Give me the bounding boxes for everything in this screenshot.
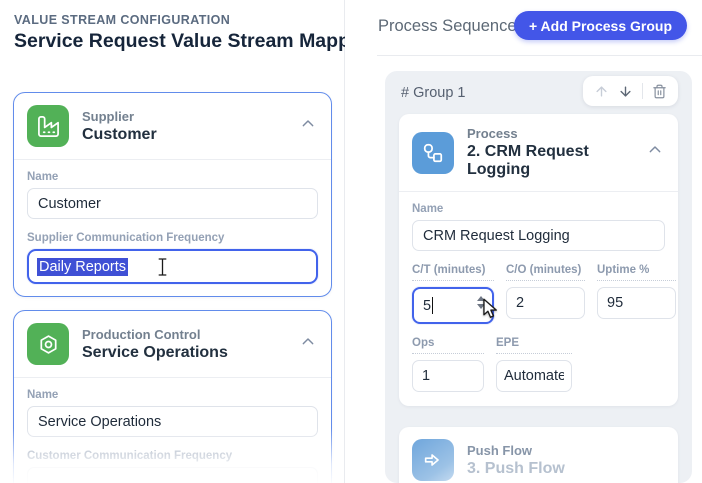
push-flow-type-label: Push Flow	[467, 442, 532, 458]
group-actions	[583, 76, 678, 106]
header-divider	[377, 55, 702, 56]
metrics-row-2: Ops EPE	[412, 337, 665, 392]
chevron-up-icon[interactable]	[300, 334, 316, 355]
app-window: VALUE STREAM CONFIGURATION Service Reque…	[0, 0, 702, 483]
process-card-header[interactable]: Process 2. CRM Request Logging	[412, 126, 665, 179]
metric-uptime: Uptime %	[597, 264, 676, 324]
chevron-up-icon[interactable]	[300, 116, 316, 137]
selected-text: Daily Reports	[37, 257, 129, 276]
card-divider	[14, 159, 331, 160]
supplier-card-header[interactable]: Supplier Customer	[27, 105, 318, 147]
ops-label: Ops	[412, 337, 484, 354]
text-caret	[432, 297, 434, 314]
ct-label: C/T (minutes)	[412, 264, 494, 281]
page-title: Service Request Value Stream Mapping	[14, 30, 345, 52]
hex-nut-icon	[27, 323, 69, 365]
process-card: Process 2. CRM Request Logging Name C/T …	[399, 114, 678, 406]
production-card-labels: Production Control Service Operations	[82, 327, 287, 362]
supplier-name-input[interactable]	[27, 188, 318, 219]
production-freq-label: Customer Communication Frequency	[27, 450, 233, 462]
card-divider	[14, 377, 331, 378]
factory-icon	[27, 105, 69, 147]
supplier-card: Supplier Customer Name Supplier Communic…	[13, 92, 332, 297]
uptime-label: Uptime %	[597, 264, 676, 281]
production-type-label: Production Control	[82, 326, 201, 342]
chevron-up-icon[interactable]	[647, 142, 663, 163]
supplier-freq-label: Supplier Communication Frequency	[27, 232, 225, 244]
uptime-input[interactable]	[597, 287, 676, 319]
arrow-right-icon	[412, 439, 454, 481]
process-group-card: # Group 1 Process 2. CRM Request Logging…	[385, 71, 692, 483]
ct-input[interactable]: 5	[412, 287, 497, 324]
text-cursor-icon	[157, 257, 168, 282]
process-sequence-panel: Process Sequence + Add Process Group # G…	[346, 0, 702, 483]
process-card-labels: Process 2. CRM Request Logging	[467, 126, 634, 179]
trash-icon[interactable]	[652, 84, 667, 99]
push-flow-labels: Push Flow 3. Push Flow	[467, 443, 665, 478]
supplier-name-label: Name	[27, 171, 59, 183]
epe-label: EPE	[496, 337, 572, 354]
panel-eyebrow: VALUE STREAM CONFIGURATION	[14, 13, 231, 27]
process-type-label: Process	[467, 126, 518, 141]
metrics-row-1: C/T (minutes) 5 C/O (minutes) 2 Uptime %…	[412, 264, 676, 324]
mouse-cursor-icon	[481, 298, 500, 324]
metric-ct: C/T (minutes) 5	[412, 264, 497, 324]
production-freq-input[interactable]	[27, 467, 318, 483]
workflow-icon	[412, 131, 454, 174]
card-divider	[399, 191, 678, 192]
production-name-label: Name	[27, 389, 59, 401]
supplier-type-label: Supplier	[82, 108, 135, 124]
push-flow-card[interactable]: Push Flow 3. Push Flow	[399, 427, 678, 483]
process-name-input[interactable]	[412, 220, 665, 251]
move-up-icon[interactable]	[594, 84, 609, 99]
ct-value: 5	[423, 297, 432, 314]
production-control-card: Production Control Service Operations Na…	[13, 310, 332, 483]
bottom-fade	[692, 388, 702, 483]
metric-epe: EPE	[496, 337, 572, 392]
push-flow-title: 3. Push Flow	[467, 459, 565, 477]
supplier-card-title: Customer	[82, 125, 157, 143]
process-name-label: Name	[412, 203, 444, 215]
metric-ops: Ops	[412, 337, 484, 392]
push-flow-header: Push Flow 3. Push Flow	[412, 439, 665, 481]
ops-input[interactable]	[412, 360, 484, 392]
production-card-header[interactable]: Production Control Service Operations	[27, 323, 318, 365]
process-sequence-title: Process Sequence	[378, 17, 517, 35]
actions-separator	[642, 83, 643, 99]
process-card-title: 2. CRM Request Logging	[467, 143, 589, 178]
epe-input[interactable]	[496, 360, 572, 392]
production-name-input[interactable]	[27, 406, 318, 437]
metric-co: C/O (minutes)	[506, 264, 585, 324]
group-label: # Group 1	[401, 85, 466, 101]
co-label: C/O (minutes)	[506, 264, 585, 281]
supplier-freq-input[interactable]: Daily Reports	[27, 249, 318, 284]
add-process-group-button[interactable]: + Add Process Group	[513, 11, 687, 40]
configuration-panel: VALUE STREAM CONFIGURATION Service Reque…	[0, 0, 345, 483]
move-down-icon[interactable]	[618, 84, 633, 99]
production-card-title: Service Operations	[82, 343, 228, 361]
co-input[interactable]	[506, 287, 585, 319]
group-header: # Group 1	[385, 71, 692, 110]
supplier-card-labels: Supplier Customer	[82, 109, 287, 144]
